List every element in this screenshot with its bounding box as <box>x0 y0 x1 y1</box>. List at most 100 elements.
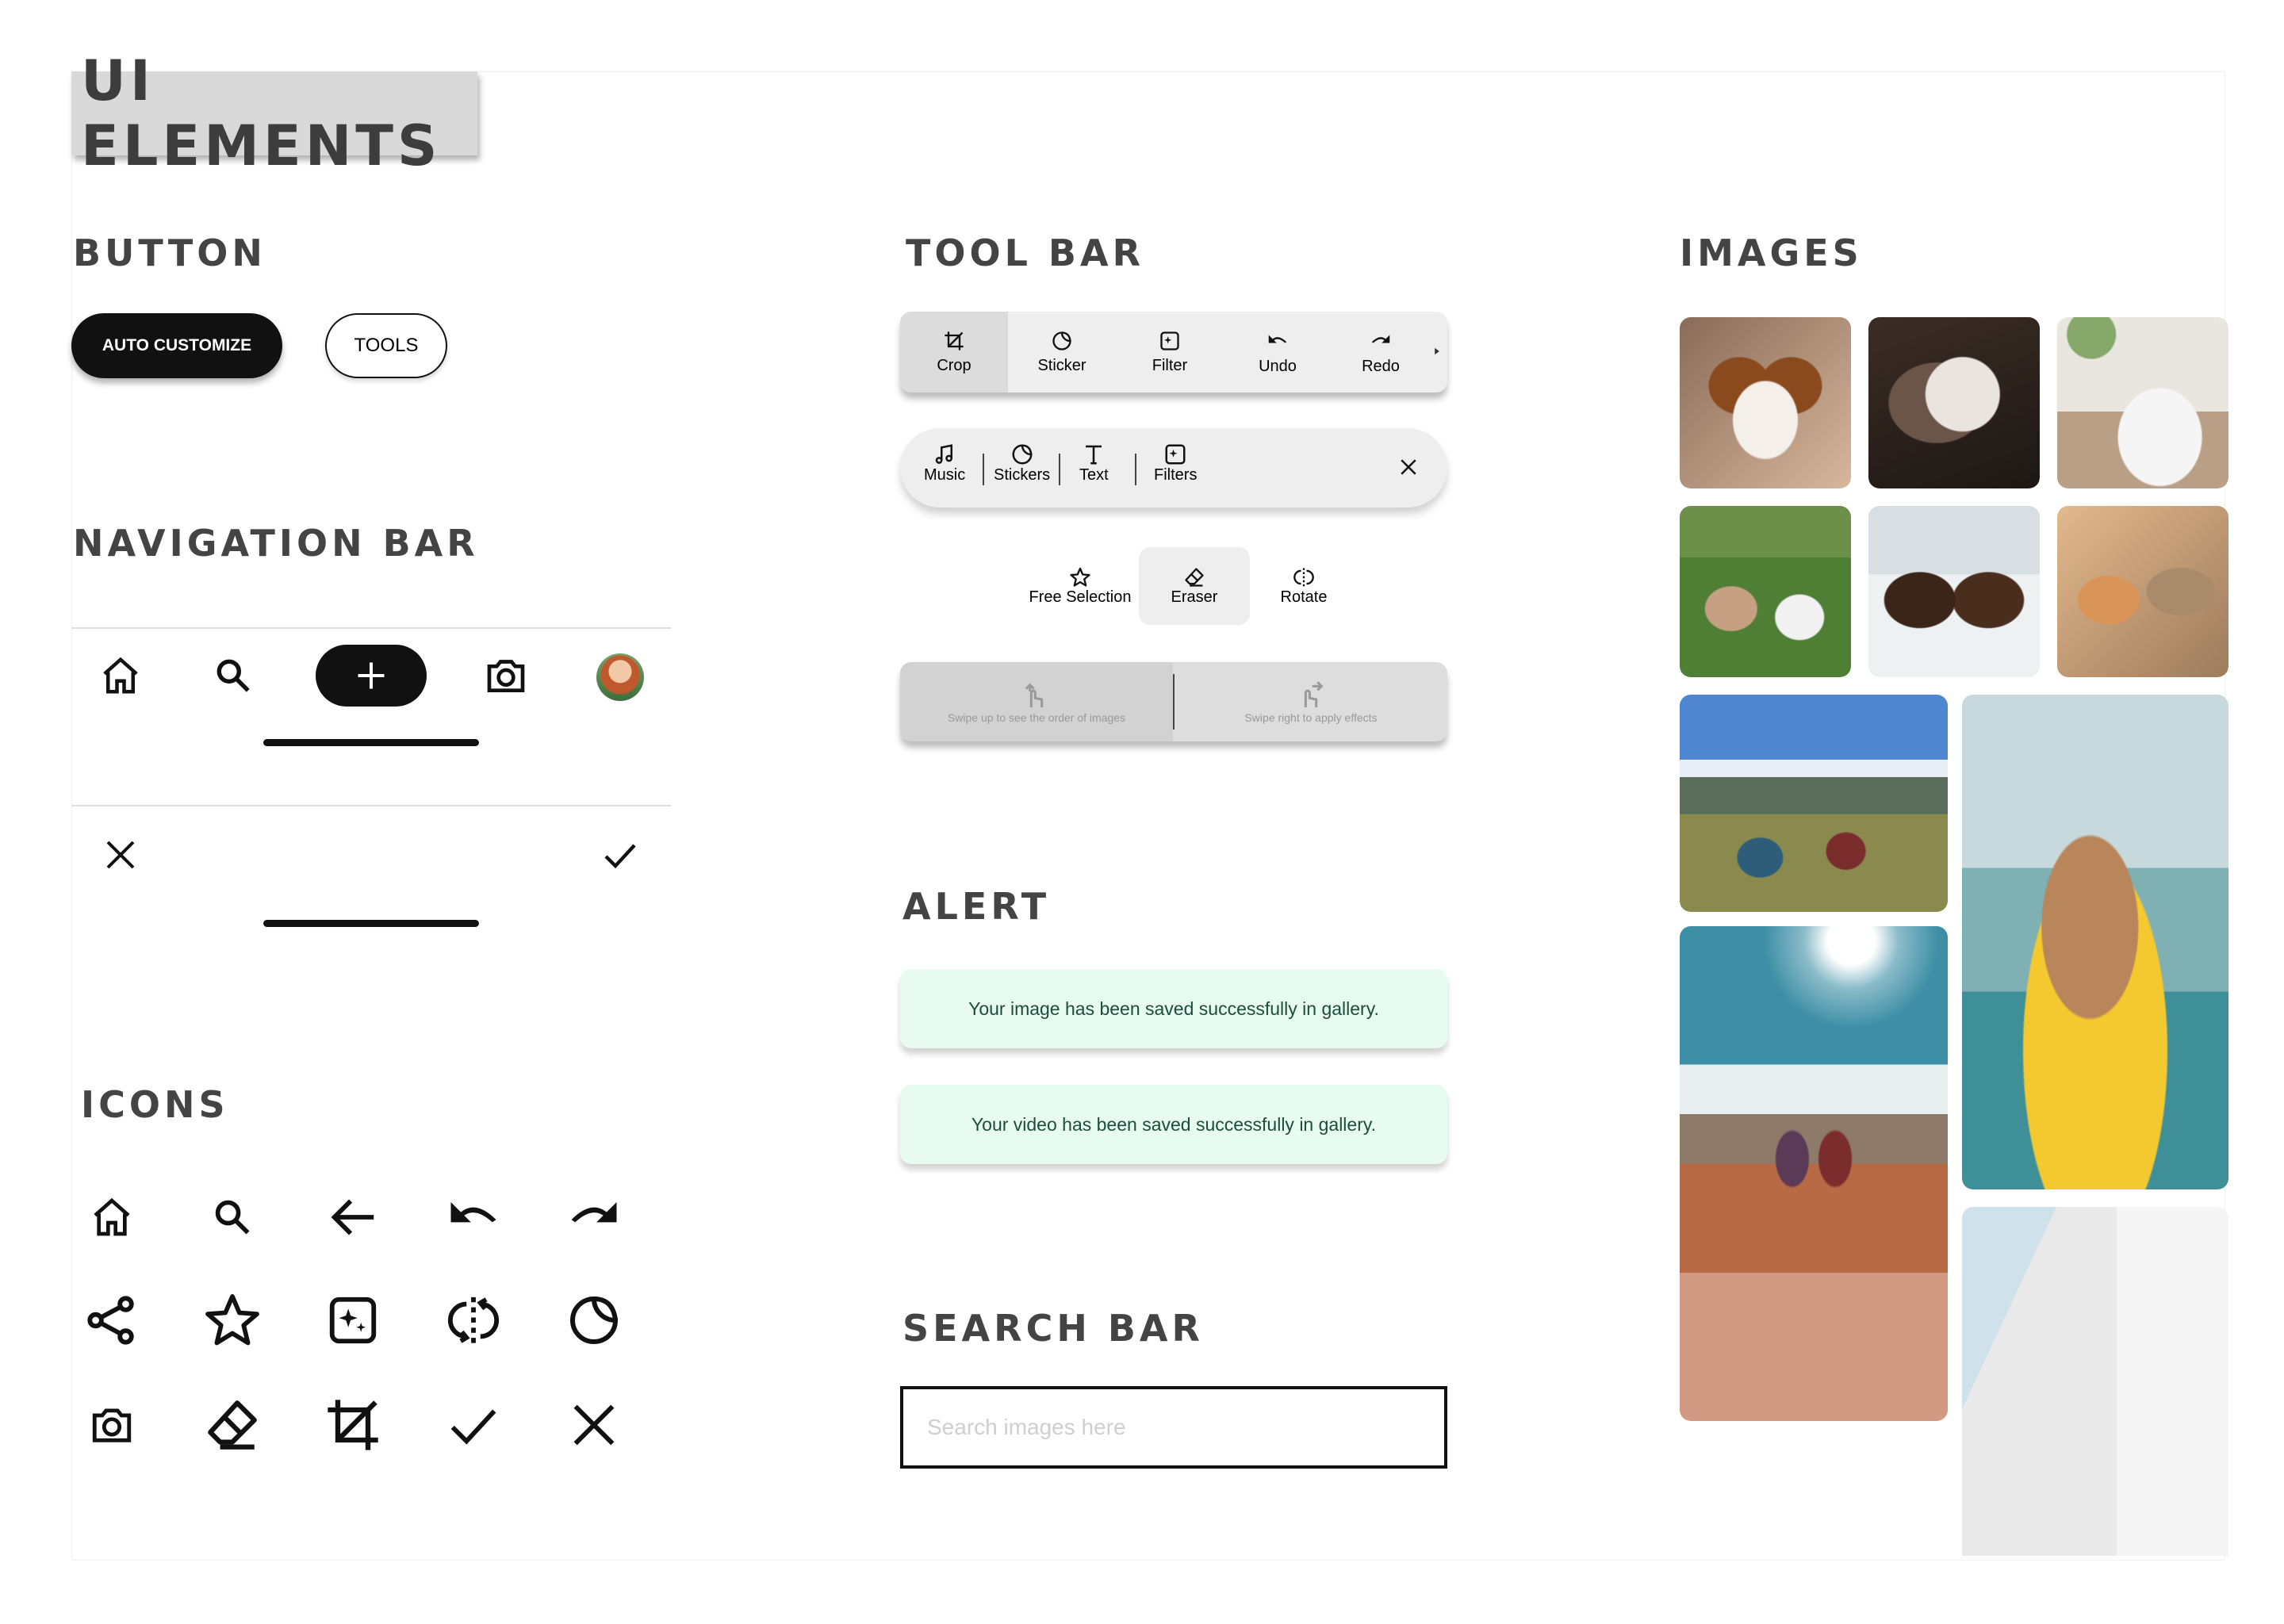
poodles-image[interactable] <box>1868 506 2040 677</box>
star-icon <box>1070 567 1090 587</box>
icon-tile-search <box>197 1182 268 1253</box>
toolbar-item-label: Rotate <box>1280 588 1328 606</box>
crop-icon <box>328 1400 378 1450</box>
sticker-icon <box>570 1296 619 1344</box>
home-icon <box>94 1197 130 1236</box>
confirm-navigation-bar <box>71 805 671 936</box>
arrow-left-icon <box>331 1199 374 1235</box>
toolbar-free-selection-button[interactable]: Free Selection <box>1025 547 1136 625</box>
music-icon <box>935 444 953 464</box>
text-icon <box>1086 445 1102 465</box>
toolbar-separator <box>1135 454 1136 485</box>
home-indicator <box>263 920 479 927</box>
toolbar-separator <box>1059 454 1060 485</box>
swipe-up-icon <box>1025 683 1044 707</box>
hikers-mountain-image[interactable] <box>1680 926 1948 1421</box>
undo-icon <box>1268 335 1287 343</box>
scroll-right-button[interactable] <box>1431 343 1443 363</box>
swipe-right-icon <box>1304 681 1324 707</box>
nav-home-button[interactable] <box>97 652 144 699</box>
toolbar-sticker-button[interactable]: Sticker <box>1008 312 1116 393</box>
eraser-icon <box>1185 567 1204 587</box>
share-icon <box>87 1296 134 1345</box>
filter-icon <box>1165 444 1186 465</box>
bulldog-kayak-image[interactable] <box>1962 695 2228 1189</box>
tools-button[interactable]: TOOLS <box>325 313 447 378</box>
toolbar-item-label: Sticker <box>1037 356 1086 374</box>
auto-customize-button[interactable]: AUTO CUSTOMIZE <box>71 313 282 378</box>
toolbar-filter-button[interactable]: Filter <box>1116 312 1224 393</box>
rotate-icon <box>447 1297 500 1344</box>
redo-icon <box>571 1202 617 1223</box>
close-icon <box>1401 459 1416 475</box>
corgi-terrier-image[interactable] <box>2057 506 2228 677</box>
undo-icon <box>450 1202 496 1223</box>
section-heading-icons: ICONS <box>81 1083 229 1126</box>
hint-label: Swipe up to see the order of images <box>947 711 1126 724</box>
icon-tile-filter <box>317 1285 389 1356</box>
search-icon <box>215 1200 250 1235</box>
toolbar-item-label: Stickers <box>994 466 1051 484</box>
search-input[interactable] <box>903 1389 1444 1465</box>
sticker-icon <box>1012 444 1033 465</box>
star-icon <box>205 1294 259 1346</box>
toolbar-item-label: Redo <box>1362 357 1400 375</box>
hint-swipe-up-button[interactable]: Swipe up to see the order of images <box>900 662 1173 741</box>
video-saved-alert: Your video has been saved successfully i… <box>900 1085 1447 1164</box>
home-indicator <box>263 739 479 746</box>
dog-portrait-image[interactable] <box>1680 317 1851 488</box>
toolbar-redo-button[interactable]: Redo <box>1327 312 1435 393</box>
icon-tile-redo <box>558 1182 630 1253</box>
media-toolbar: Music Stickers Text Filters <box>900 428 1447 508</box>
toolbar-crop-button[interactable]: Crop <box>900 312 1008 393</box>
toolbar-item-label: Text <box>1079 466 1109 484</box>
rotate-icon <box>1293 567 1314 587</box>
close-icon <box>106 841 135 869</box>
toolbar-item-label: Crop <box>937 356 971 374</box>
toolbar-separator <box>983 454 984 485</box>
nav-add-button[interactable] <box>316 645 427 707</box>
hint-label: Swipe right to apply effects <box>1244 711 1378 724</box>
camera-icon <box>487 660 525 692</box>
toolbar-rotate-button[interactable]: Rotate <box>1248 547 1359 625</box>
hikers-valley-image[interactable] <box>1680 695 1948 912</box>
nav-cancel-button[interactable] <box>97 831 144 879</box>
eraser-icon <box>208 1400 257 1450</box>
nav-confirm-button[interactable] <box>596 831 644 879</box>
home-icon <box>103 657 138 694</box>
toolbar-undo-button[interactable]: Undo <box>1224 312 1332 393</box>
icon-tile-sticker <box>558 1285 630 1356</box>
check-icon <box>450 1409 496 1445</box>
nav-search-button[interactable] <box>209 652 257 699</box>
section-heading-images: IMAGES <box>1680 232 1863 274</box>
plus-icon <box>358 662 385 689</box>
toolbar-close-button[interactable] <box>1397 455 1420 483</box>
icon-tile-close <box>558 1389 630 1461</box>
sticker-icon <box>1052 331 1071 350</box>
toolbar-item-label: Eraser <box>1171 588 1218 606</box>
page-title: UI ELEMENTS <box>81 48 442 178</box>
icon-tile-home <box>76 1182 148 1253</box>
building-image[interactable] <box>1962 1207 2228 1556</box>
toolbar-text-button[interactable]: Text <box>1079 442 1109 485</box>
husky-puppy-image[interactable] <box>1868 317 2040 488</box>
hint-swipe-right-button[interactable]: Swipe right to apply effects <box>1175 662 1447 741</box>
toolbar-eraser-button[interactable]: Eraser <box>1139 547 1250 625</box>
dalmatian-image[interactable] <box>2057 317 2228 488</box>
nav-camera-button[interactable] <box>482 652 530 699</box>
icon-tile-crop <box>317 1389 389 1461</box>
dogs-on-grass-image[interactable] <box>1680 506 1851 677</box>
icon-tile-star <box>197 1285 268 1356</box>
camera-icon <box>92 1408 132 1442</box>
filter-icon <box>1160 331 1179 350</box>
icon-tile-check <box>438 1389 509 1461</box>
toolbar-music-button[interactable]: Music <box>924 442 965 485</box>
hint-toolbar: Swipe up to see the order of images Swip… <box>900 662 1447 741</box>
toolbar-filters-button[interactable]: Filters <box>1154 442 1197 485</box>
avatar[interactable] <box>596 653 644 701</box>
edit-toolbar: Crop Sticker Filter Undo Redo <box>900 312 1447 393</box>
toolbar-item-label: Filters <box>1154 466 1198 484</box>
toolbar-stickers-button[interactable]: Stickers <box>994 442 1050 485</box>
toolbar-item-label: Filter <box>1152 356 1188 374</box>
page-title-box: UI ELEMENTS <box>71 48 477 178</box>
